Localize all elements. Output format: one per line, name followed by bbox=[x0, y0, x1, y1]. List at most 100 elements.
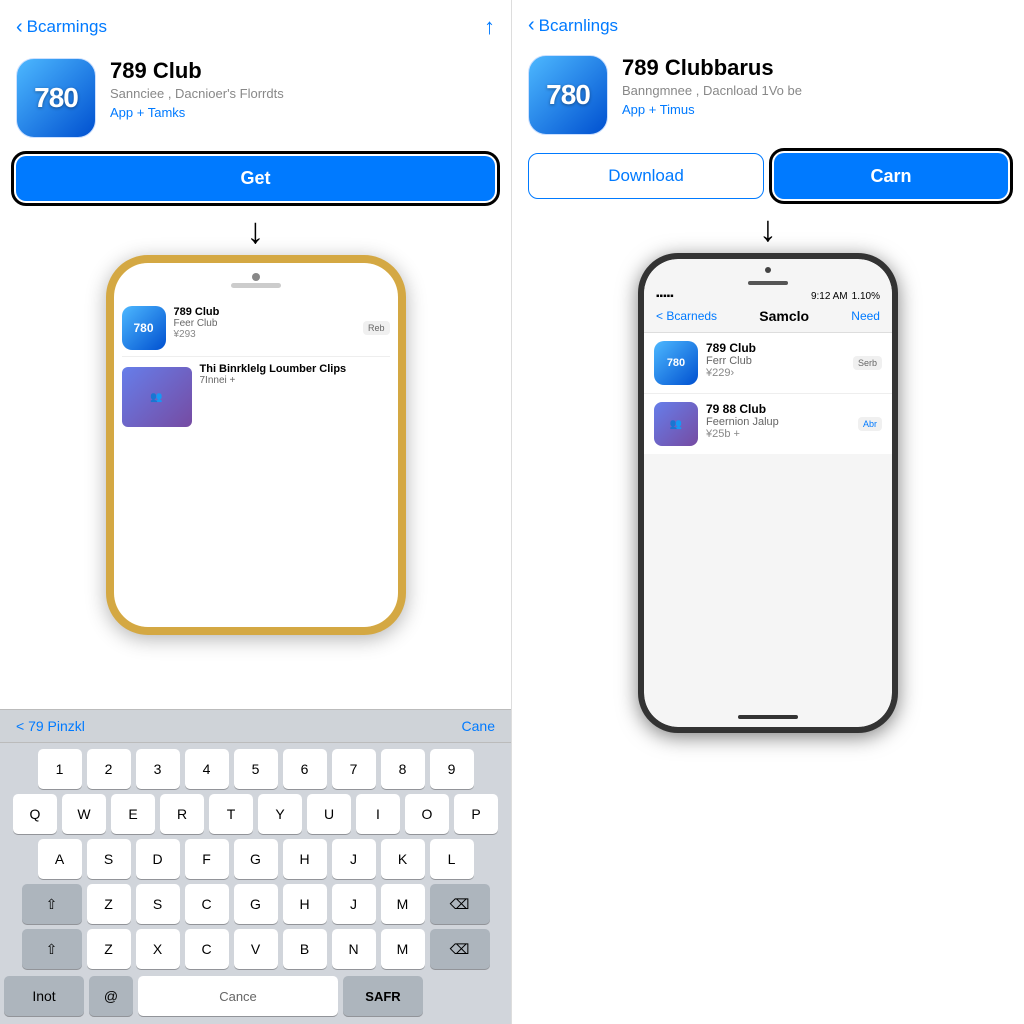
key-k[interactable]: K bbox=[381, 839, 425, 879]
left-panel: ‹ Bcarmings ↑ 780 789 Club Sannciee , Da… bbox=[0, 0, 512, 1024]
key-6[interactable]: 6 bbox=[283, 749, 327, 789]
left-group-title: Thi Binrklelg Loumber Clips bbox=[200, 363, 390, 375]
key-safr[interactable]: SAFR bbox=[343, 976, 423, 1016]
right-list-icon-text-2: 👥 bbox=[670, 419, 682, 430]
key-2[interactable]: 2 bbox=[87, 749, 131, 789]
key-at[interactable]: @ bbox=[89, 976, 133, 1016]
keyboard-qwerty-row: Q W E R T Y U I O P bbox=[4, 794, 507, 834]
key-x2[interactable]: X bbox=[136, 929, 180, 969]
key-b2[interactable]: B bbox=[283, 929, 327, 969]
key-shift-2[interactable]: ⇧ bbox=[22, 929, 82, 969]
left-arrow-container: ↓ bbox=[0, 213, 511, 255]
key-g[interactable]: G bbox=[234, 839, 278, 879]
right-list-price-1: ¥229 › bbox=[706, 367, 845, 379]
keyboard-number-row: 1 2 3 4 5 6 7 8 9 bbox=[4, 749, 507, 789]
right-phone-back[interactable]: < Bcarneds bbox=[656, 309, 717, 323]
key-7[interactable]: 7 bbox=[332, 749, 376, 789]
key-a[interactable]: A bbox=[38, 839, 82, 879]
right-app-subtitle: Banngmnee , Dacnload 1Vo be bbox=[622, 83, 1008, 98]
key-p[interactable]: P bbox=[454, 794, 498, 834]
key-h[interactable]: H bbox=[283, 839, 327, 879]
key-m1[interactable]: M bbox=[381, 884, 425, 924]
key-space[interactable]: Cance bbox=[138, 976, 338, 1016]
left-app-category: App + Tamks bbox=[110, 105, 495, 120]
key-s1[interactable]: S bbox=[136, 884, 180, 924]
left-group-photo-inner: 👥 bbox=[122, 367, 192, 427]
key-shift-1[interactable]: ⇧ bbox=[22, 884, 82, 924]
key-q[interactable]: Q bbox=[13, 794, 57, 834]
left-iphone-app-price: ¥293 bbox=[174, 329, 355, 340]
key-delete-2[interactable]: ⌫ bbox=[430, 929, 490, 969]
key-8[interactable]: 8 bbox=[381, 749, 425, 789]
right-app-icon-text: 780 bbox=[546, 79, 590, 111]
left-back-button[interactable]: ‹ Bcarmings bbox=[16, 16, 107, 39]
get-button[interactable]: Get bbox=[16, 156, 495, 201]
key-m2[interactable]: M bbox=[381, 929, 425, 969]
keyboard-toolbar-right: Cane bbox=[462, 718, 495, 734]
right-back-button[interactable]: ‹ Bcarnlings bbox=[528, 14, 618, 37]
right-app-details: 789 Clubbarus Banngmnee , Dacnload 1Vo b… bbox=[622, 55, 1008, 117]
key-d[interactable]: D bbox=[136, 839, 180, 879]
right-list-badge-2[interactable]: Abr bbox=[858, 417, 882, 431]
download-button[interactable]: Download bbox=[528, 153, 764, 199]
right-list-item-2: 👥 79 88 Club Feernion Jalup ¥25b + Abr bbox=[644, 394, 892, 454]
key-r[interactable]: R bbox=[160, 794, 204, 834]
left-app-details: 789 Club Sannciee , Dacnioer's Florrdts … bbox=[110, 58, 495, 120]
key-n2[interactable]: N bbox=[332, 929, 376, 969]
left-app-name: 789 Club bbox=[110, 58, 495, 84]
right-iphone-mockup: ▪▪▪▪▪ 9:12 AM 1.10% < Bcarneds Samclo Ne… bbox=[638, 253, 898, 733]
key-t[interactable]: T bbox=[209, 794, 253, 834]
key-h1[interactable]: H bbox=[283, 884, 327, 924]
key-s[interactable]: S bbox=[87, 839, 131, 879]
key-c2[interactable]: C bbox=[185, 929, 229, 969]
left-iphone-badge[interactable]: Reb bbox=[363, 321, 390, 335]
left-iphone-app-details: 789 Club Feer Club ¥293 bbox=[174, 306, 355, 340]
status-battery: 1.10% bbox=[852, 291, 880, 302]
right-nav-bar: ‹ Bcarnlings bbox=[512, 0, 1024, 43]
key-c1[interactable]: C bbox=[185, 884, 229, 924]
keyboard: < 79 Pinzkl Cane 1 2 3 4 5 6 7 8 9 Q W E… bbox=[0, 709, 511, 1024]
key-1[interactable]: 1 bbox=[38, 749, 82, 789]
keyboard-asdf-row: A S D F G H J K L bbox=[4, 839, 507, 879]
key-i[interactable]: I bbox=[356, 794, 400, 834]
left-back-label: Bcarmings bbox=[27, 17, 107, 37]
key-o[interactable]: O bbox=[405, 794, 449, 834]
right-list-icon-1: 780 bbox=[654, 341, 698, 385]
keyboard-toolbar: < 79 Pinzkl Cane bbox=[0, 710, 511, 743]
key-g1[interactable]: G bbox=[234, 884, 278, 924]
right-action-row: Download Carn bbox=[512, 145, 1024, 211]
key-u[interactable]: U bbox=[307, 794, 351, 834]
keyboard-zxcv-row2: ⇧ Z X C V B N M ⌫ bbox=[4, 929, 507, 969]
status-right: 9:12 AM 1.10% bbox=[811, 291, 880, 302]
keyboard-rows: 1 2 3 4 5 6 7 8 9 Q W E R T Y U I O bbox=[0, 743, 511, 976]
key-z2[interactable]: Z bbox=[87, 929, 131, 969]
key-delete-1[interactable]: ⌫ bbox=[430, 884, 490, 924]
key-4[interactable]: 4 bbox=[185, 749, 229, 789]
right-list-badge-1[interactable]: Serb bbox=[853, 356, 882, 370]
key-z1[interactable]: Z bbox=[87, 884, 131, 924]
key-j[interactable]: J bbox=[332, 839, 376, 879]
key-9[interactable]: 9 bbox=[430, 749, 474, 789]
left-group-info: Thi Binrklelg Loumber Clips 7Innei + bbox=[200, 363, 390, 386]
left-group-sub: 7Innei + bbox=[200, 375, 390, 386]
key-j1[interactable]: J bbox=[332, 884, 376, 924]
right-list-name-2: 79 88 Club bbox=[706, 402, 850, 416]
right-list-icon-2: 👥 bbox=[654, 402, 698, 446]
key-v2[interactable]: V bbox=[234, 929, 278, 969]
left-iphone-app-icon: 780 bbox=[122, 306, 166, 350]
left-iphone-icon-text: 780 bbox=[133, 321, 153, 335]
key-f[interactable]: F bbox=[185, 839, 229, 879]
left-action-row: Get bbox=[0, 148, 511, 213]
share-icon[interactable]: ↑ bbox=[484, 14, 495, 40]
key-y[interactable]: Y bbox=[258, 794, 302, 834]
right-back-label: Bcarnlings bbox=[539, 16, 618, 36]
key-w[interactable]: W bbox=[62, 794, 106, 834]
carn-button[interactable]: Carn bbox=[774, 153, 1008, 199]
right-chevron-left-icon: ‹ bbox=[528, 14, 535, 37]
key-5[interactable]: 5 bbox=[234, 749, 278, 789]
key-e[interactable]: E bbox=[111, 794, 155, 834]
right-phone-action[interactable]: Need bbox=[851, 309, 880, 323]
key-l[interactable]: L bbox=[430, 839, 474, 879]
key-inot[interactable]: Inot bbox=[4, 976, 84, 1016]
key-3[interactable]: 3 bbox=[136, 749, 180, 789]
